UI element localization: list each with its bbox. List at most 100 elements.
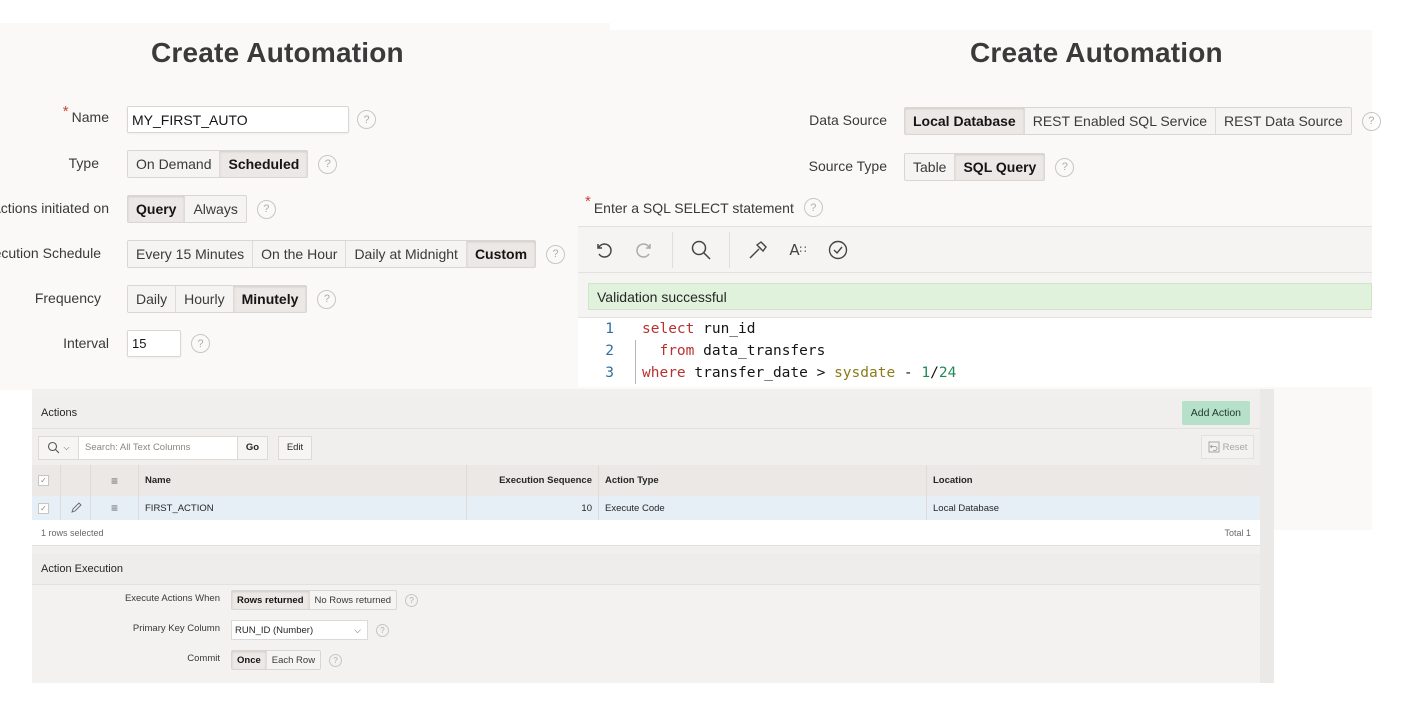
help-icon[interactable]: ?	[256, 199, 276, 219]
code-token: -	[895, 365, 922, 381]
name-input[interactable]: MY_FIRST_AUTO	[127, 106, 349, 133]
column-header-name[interactable]: Name	[139, 465, 467, 496]
go-button[interactable]: Go	[237, 436, 267, 459]
type-radio-group: On Demand Scheduled ?	[127, 150, 338, 178]
editor-toolbar: A ∷	[578, 227, 1372, 273]
indent-guide	[635, 362, 636, 384]
radio-option-daily-at-midnight[interactable]: Daily at Midnight	[346, 241, 467, 267]
search-input[interactable]: Search: All Text Columns	[79, 437, 237, 459]
radio-option-custom[interactable]: Custom	[466, 241, 536, 267]
select-all-checkbox[interactable]: ✓	[32, 465, 61, 496]
action-execution-title: Action Execution	[41, 563, 123, 575]
radio-option-local-database[interactable]: Local Database	[905, 108, 1025, 134]
search-column-menu[interactable]: ⌵	[39, 436, 79, 459]
code-line: 2 from data_transfers	[578, 340, 1372, 362]
sql-code-editor: A ∷ Validation successful 1 select run_id 2…	[578, 226, 1372, 387]
help-icon[interactable]: ?	[329, 653, 343, 667]
commit-radio-group: Once Each Row ?	[231, 650, 343, 670]
required-marker: *	[62, 103, 69, 120]
column-header-execution-sequence[interactable]: Execution Sequence	[467, 465, 599, 496]
search-icon[interactable]	[685, 234, 717, 266]
help-icon[interactable]: ?	[1361, 111, 1381, 131]
radio-option-each-row[interactable]: Each Row	[267, 651, 320, 669]
search-icon	[48, 441, 60, 454]
row-checkbox[interactable]: ✓	[32, 496, 61, 520]
type-label: Type	[68, 155, 99, 171]
code-token: data_transfers	[694, 343, 826, 359]
grid-header-row: ✓ ≡ Name Execution Sequence Action Type …	[32, 465, 1260, 496]
help-icon[interactable]: ?	[317, 289, 337, 309]
indent-guide	[635, 340, 636, 362]
radio-option-rest-enabled-sql-service[interactable]: REST Enabled SQL Service	[1025, 108, 1217, 134]
page-title: Create Automation	[970, 37, 1223, 68]
source-type-label: Source Type	[808, 158, 887, 174]
edit-button[interactable]: Edit	[278, 435, 312, 460]
data-source-label: Data Source	[809, 112, 887, 128]
edit-pencil-icon[interactable]	[61, 496, 91, 520]
radio-option-always[interactable]: Always	[185, 196, 245, 222]
line-number: 2	[605, 343, 614, 359]
interval-label: Interval	[63, 335, 109, 351]
code-token: 1	[921, 365, 931, 381]
help-icon[interactable]: ?	[405, 593, 419, 607]
validate-icon[interactable]	[822, 234, 854, 266]
validation-success-message: Validation successful	[588, 283, 1372, 310]
help-icon[interactable]: ?	[546, 244, 566, 264]
radio-option-on-demand[interactable]: On Demand	[128, 151, 221, 177]
primary-key-select[interactable]: RUN_ID (Number) ⌵	[231, 620, 368, 640]
autocomplete-icon[interactable]: A ∷	[782, 234, 814, 266]
actions-grid: ✓ ≡ Name Execution Sequence Action Type …	[32, 465, 1260, 546]
reset-icon	[1208, 441, 1220, 453]
help-icon[interactable]: ?	[376, 623, 389, 637]
commit-label: Commit	[187, 653, 220, 664]
reset-button[interactable]: Reset	[1201, 435, 1254, 459]
report-toolbar: ⌵ Search: All Text Columns Go Edit Reset	[32, 430, 1260, 465]
radio-option-minutely[interactable]: Minutely	[233, 286, 307, 312]
row-menu-icon[interactable]: ≡	[91, 496, 139, 520]
search-bar: ⌵ Search: All Text Columns Go	[38, 435, 268, 460]
column-header-action-type[interactable]: Action Type	[599, 465, 927, 496]
toolbar-divider	[729, 231, 730, 268]
name-label: * Name	[62, 103, 109, 125]
radio-option-table[interactable]: Table	[905, 154, 956, 180]
action-execution-header: Action Execution	[32, 554, 1260, 585]
hammer-icon[interactable]	[742, 234, 774, 266]
primary-key-label: Primary Key Column	[132, 623, 220, 634]
radio-option-daily[interactable]: Daily	[128, 286, 177, 312]
help-icon[interactable]: ?	[803, 198, 823, 217]
scrollbar[interactable]	[1260, 389, 1274, 683]
line-number: 1	[605, 321, 614, 337]
redo-icon[interactable]	[628, 234, 660, 266]
help-icon[interactable]: ?	[357, 110, 376, 129]
radio-option-every-15-minutes[interactable]: Every 15 Minutes	[128, 241, 254, 267]
interval-input[interactable]: 15	[127, 330, 181, 357]
code-token: 24	[938, 365, 957, 381]
radio-option-on-the-hour[interactable]: On the Hour	[253, 241, 347, 267]
radio-option-rows-returned[interactable]: Rows returned	[232, 591, 310, 609]
radio-option-query[interactable]: Query	[128, 196, 186, 222]
cell-action-type: Execute Code	[599, 496, 927, 520]
help-icon[interactable]: ?	[1055, 157, 1075, 177]
radio-option-no-rows-returned[interactable]: No Rows returned	[310, 591, 397, 609]
help-icon[interactable]: ?	[318, 154, 338, 174]
radio-option-sql-query[interactable]: SQL Query	[955, 154, 1045, 180]
column-header-location[interactable]: Location	[927, 465, 1260, 496]
table-row[interactable]: ✓ ≡ FIRST_ACTION 10 Execute Code Local D…	[32, 496, 1260, 520]
radio-option-scheduled[interactable]: Scheduled	[220, 151, 308, 177]
code-line: 3 where transfer_date > sysdate - 1/24	[578, 362, 1372, 384]
required-marker: *	[585, 193, 591, 210]
actions-region-header: Actions Add Action	[32, 397, 1260, 429]
undo-icon[interactable]	[588, 234, 620, 266]
code-token: where	[642, 365, 686, 381]
actions-region-title: Actions	[41, 406, 78, 419]
execute-when-label: Execute Actions When	[124, 593, 220, 604]
execution-schedule-label: Execution Schedule	[0, 245, 101, 261]
rows-selected-count: 1 rows selected	[41, 527, 104, 538]
code-area[interactable]: 1 select run_id 2 from data_transfers 3 wher…	[578, 317, 1372, 387]
radio-option-rest-data-source[interactable]: REST Data Source	[1216, 108, 1351, 134]
add-action-button[interactable]: Add Action	[1181, 401, 1250, 425]
sql-statement-label: * Enter a SQL SELECT statement ?	[585, 193, 823, 217]
radio-option-once[interactable]: Once	[232, 651, 267, 669]
radio-option-hourly[interactable]: Hourly	[176, 286, 234, 312]
help-icon[interactable]: ?	[191, 334, 210, 353]
